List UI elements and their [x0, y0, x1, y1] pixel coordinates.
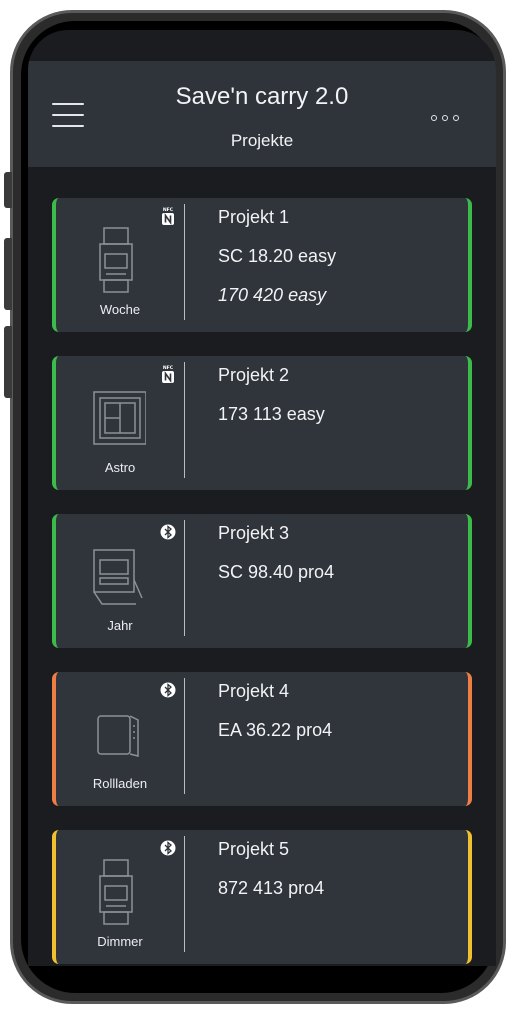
- bluetooth-icon: [160, 840, 176, 856]
- device-article-number: 170 420 easy: [218, 285, 327, 305]
- project-card[interactable]: Astro NFC Projekt 2 173 113 easy: [52, 356, 472, 490]
- app-header: Save'n carry 2.0 Projekte: [28, 61, 496, 167]
- svg-text:NFC: NFC: [163, 365, 174, 371]
- card-divider: [184, 520, 185, 636]
- astro-timer-icon: [93, 391, 146, 445]
- din-rail-timer-icon: [99, 227, 133, 293]
- bluetooth-icon: [160, 682, 176, 698]
- card-divider: [184, 362, 185, 478]
- project-name: Projekt 2: [218, 365, 290, 385]
- card-divider: [184, 204, 185, 320]
- project-name: Projekt 3: [218, 523, 290, 543]
- annual-timer-icon: [93, 549, 143, 605]
- project-card[interactable]: Dimmer Projekt 5 872 413 pro4: [52, 830, 472, 964]
- device-model: SC 98.40 pro4: [218, 562, 335, 582]
- mute-switch: [4, 172, 12, 208]
- shutter-actuator-icon: [97, 715, 139, 757]
- project-name: Projekt 4: [218, 681, 290, 701]
- more-options-icon[interactable]: [431, 113, 465, 125]
- svg-text:NFC: NFC: [163, 207, 174, 213]
- nfc-icon: NFC: [162, 365, 174, 383]
- project-card[interactable]: Woche NFC Projekt 1 SC 18.20 easy 170 42…: [52, 198, 472, 332]
- device-model: SC 18.20 easy: [218, 246, 337, 266]
- project-name: Projekt 1: [218, 207, 290, 227]
- device-model: EA 36.22 pro4: [218, 720, 333, 740]
- device-model: 173 113 easy: [218, 404, 325, 424]
- card-divider: [184, 678, 185, 794]
- project-name: Projekt 5: [218, 839, 290, 859]
- nfc-icon: NFC: [162, 207, 174, 225]
- device-type-label: Dimmer: [97, 934, 143, 949]
- project-card[interactable]: Jahr Projekt 3 SC 98.40 pro4: [52, 514, 472, 648]
- volume-down-button: [4, 326, 12, 398]
- device-model: 872 413 pro4: [218, 878, 325, 898]
- device-type-label: Jahr: [107, 618, 133, 633]
- card-divider: [184, 836, 185, 952]
- app-screen: Save'n carry 2.0 Projekte Woche NFC Proj…: [28, 30, 496, 966]
- device-type-label: Astro: [104, 460, 136, 475]
- device-type-label: Rollladen: [92, 776, 148, 791]
- project-card[interactable]: Rollladen Projekt 4 EA 36.22 pro4: [52, 672, 472, 806]
- dimmer-icon: [99, 859, 133, 925]
- device-type-label: Woche: [99, 302, 141, 317]
- volume-up-button: [4, 238, 12, 310]
- page-title: Projekte: [230, 131, 294, 150]
- app-title: Save'n carry 2.0: [175, 83, 349, 110]
- bluetooth-icon: [160, 524, 176, 540]
